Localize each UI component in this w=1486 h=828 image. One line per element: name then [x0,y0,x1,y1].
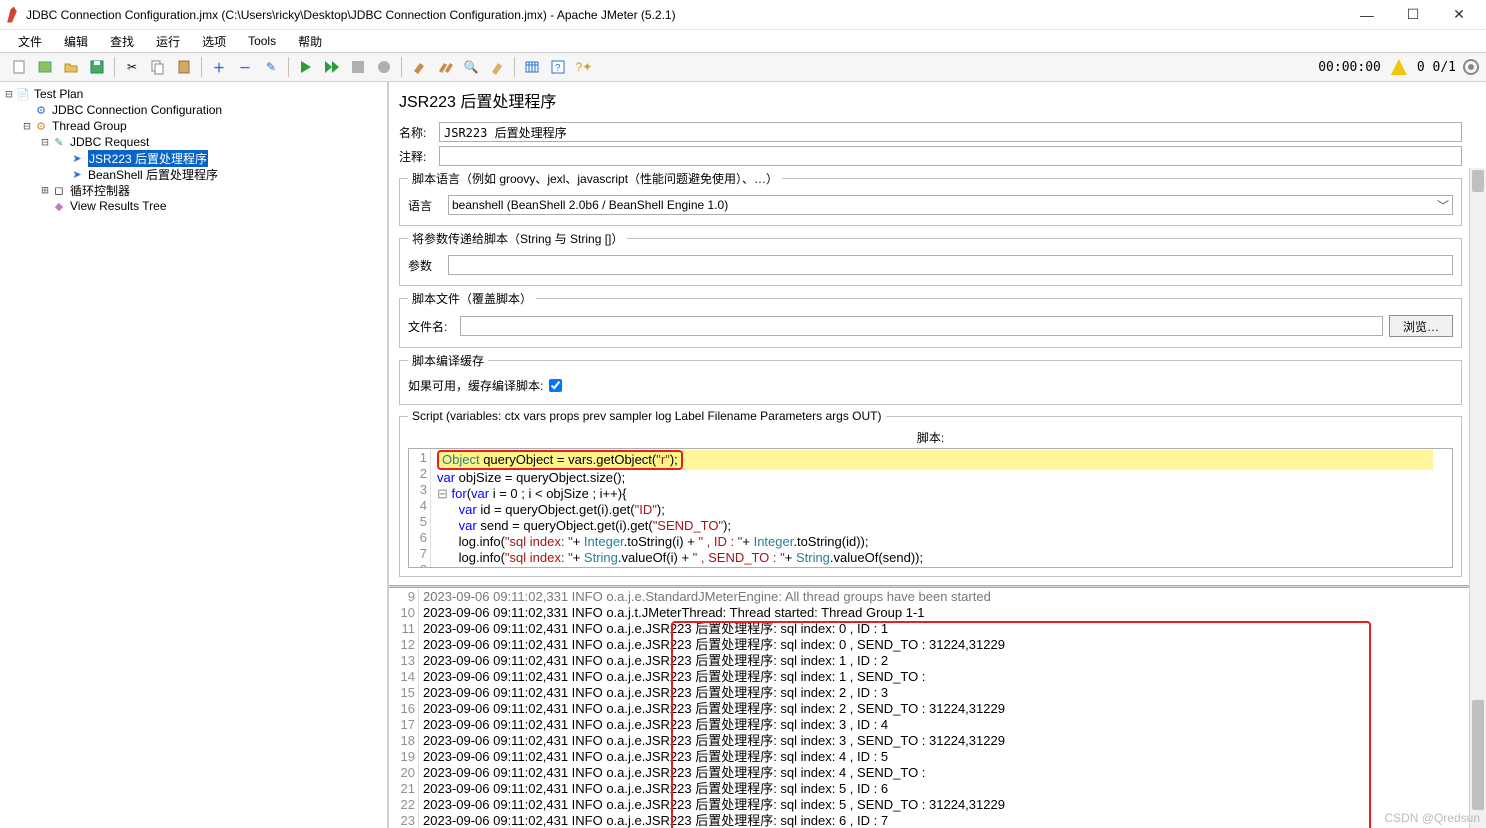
start-icon[interactable] [295,56,317,78]
tree-thread-group[interactable]: ⊟⚙Thread Group [2,118,385,134]
tree-loop-controller[interactable]: ⊞◻循环控制器 [2,182,385,198]
name-input[interactable] [439,122,1462,142]
reset-search-icon[interactable] [486,56,508,78]
cut-icon[interactable]: ✂ [121,56,143,78]
params-fieldset: 将参数传递给脚本（String 与 String []） 参数 [399,230,1462,286]
cache-checkbox[interactable] [549,379,562,392]
collapse-icon[interactable]: － [234,56,256,78]
clear-all-icon[interactable] [434,56,456,78]
help-icon[interactable]: ? [547,56,569,78]
log-scrollbar[interactable] [1469,588,1486,828]
browse-button[interactable]: 浏览… [1389,315,1453,337]
menubar: 文件 编辑 查找 运行 选项 Tools 帮助 [0,30,1486,52]
menu-search[interactable]: 查找 [100,31,144,52]
timer: 00:00:00 [1318,60,1387,75]
tree-jsr223[interactable]: ➤JSR223 后置处理程序 [2,150,385,166]
lang-dropdown[interactable]: beanshell (BeanShell 2.0b6 / BeanShell E… [448,195,1453,215]
running-indicator-icon [1462,58,1480,76]
file-legend: 脚本文件（覆盖脚本） [408,290,536,307]
expand-icon[interactable]: ＋ [208,56,230,78]
toggle-icon[interactable]: ✎ [260,56,282,78]
function-helper-icon[interactable] [521,56,543,78]
cache-label: 如果可用，缓存编译脚本: [408,377,543,394]
menu-options[interactable]: 选项 [192,31,236,52]
menu-tools[interactable]: Tools [238,32,286,50]
start-no-pause-icon[interactable] [321,56,343,78]
tree-jdbc-config[interactable]: ⚙JDBC Connection Configuration [2,102,385,118]
lang-fieldset: 脚本语言（例如 groovy、jexl、javascript（性能问题避免使用）… [399,170,1462,226]
script-fieldset: Script (variables: ctx vars props prev s… [399,409,1462,577]
separator [201,57,202,77]
editor-code[interactable]: Object queryObject = vars.getObject("r")… [431,449,1435,567]
editor-gutter: 12345678 [409,449,431,567]
file-input[interactable] [460,316,1383,336]
tree-jdbc-request[interactable]: ⊟✎JDBC Request [2,134,385,150]
watermark: CSDN @Qredsun [1384,811,1480,825]
separator [401,57,402,77]
save-icon[interactable] [86,56,108,78]
maximize-button[interactable]: ☐ [1390,0,1436,30]
separator [114,57,115,77]
log-gutter: 91011121314151617181920212223242526 [389,588,419,828]
editor-scrollbar[interactable] [1435,449,1452,567]
tree-test-plan[interactable]: ⊟📄Test Plan [2,86,385,102]
separator [514,57,515,77]
copy-icon[interactable] [147,56,169,78]
warning-icon[interactable] [1391,59,1407,75]
separator [288,57,289,77]
whatsthis-icon[interactable]: ?✦ [573,56,595,78]
paste-icon[interactable] [173,56,195,78]
tree-beanshell[interactable]: ➤BeanShell 后置处理程序 [2,166,385,182]
file-fieldset: 脚本文件（覆盖脚本） 文件名: 浏览… [399,290,1462,348]
titlebar: JDBC Connection Configuration.jmx (C:\Us… [0,0,1486,30]
log-body: 2023-09-06 09:11:02,331 INFO o.a.j.e.Sta… [419,588,1469,828]
thread-count: 0 0/1 [1411,60,1462,75]
main: ⊟📄Test Plan ⚙JDBC Connection Configurati… [0,82,1486,828]
clear-icon[interactable] [408,56,430,78]
params-legend: 将参数传递给脚本（String 与 String []） [408,230,627,247]
jmeter-icon [4,7,20,23]
menu-file[interactable]: 文件 [8,31,52,52]
params-input[interactable] [448,255,1453,275]
toolbar: ✂ ＋ － ✎ 🔍 ? ?✦ 00:00:00 0 0/1 [0,52,1486,82]
stop-icon[interactable] [347,56,369,78]
lang-value: beanshell (BeanShell 2.0b6 / BeanShell E… [452,198,728,212]
menu-edit[interactable]: 编辑 [54,31,98,52]
name-label: 名称: [399,124,433,141]
templates-icon[interactable] [34,56,56,78]
script-legend: Script (variables: ctx vars props prev s… [408,409,886,423]
log-panel[interactable]: 91011121314151617181920212223242526 2023… [389,588,1486,828]
params-label: 参数 [408,257,442,274]
search-icon[interactable]: 🔍 [460,56,482,78]
menu-help[interactable]: 帮助 [288,31,332,52]
lang-label: 语言 [408,197,442,214]
close-button[interactable]: ✕ [1436,0,1482,30]
test-plan-tree[interactable]: ⊟📄Test Plan ⚙JDBC Connection Configurati… [0,82,389,828]
editor-panel: JSR223 后置处理程序 名称: 注释: 脚本语言（例如 groovy、jex… [389,82,1486,828]
file-label: 文件名: [408,318,454,335]
script-center-label: 脚本: [408,429,1453,446]
shutdown-icon[interactable] [373,56,395,78]
open-icon[interactable] [60,56,82,78]
cache-legend: 脚本编译缓存 [408,352,488,369]
script-editor[interactable]: 12345678 Object queryObject = vars.getOb… [408,448,1453,568]
tree-results-tree[interactable]: ◆View Results Tree [2,198,385,214]
cache-fieldset: 脚本编译缓存 如果可用，缓存编译脚本: [399,352,1462,405]
chevron-down-icon: ﹀ [1437,197,1449,214]
minimize-button[interactable]: ― [1344,0,1390,30]
svg-text:?: ? [555,63,561,74]
new-icon[interactable] [8,56,30,78]
comment-label: 注释: [399,148,433,165]
lang-legend: 脚本语言（例如 groovy、jexl、javascript（性能问题避免使用）… [408,170,782,187]
menu-run[interactable]: 运行 [146,31,190,52]
panel-title: JSR223 后置处理程序 [399,88,1462,112]
comment-input[interactable] [439,146,1462,166]
window-title: JDBC Connection Configuration.jmx (C:\Us… [26,8,1344,22]
